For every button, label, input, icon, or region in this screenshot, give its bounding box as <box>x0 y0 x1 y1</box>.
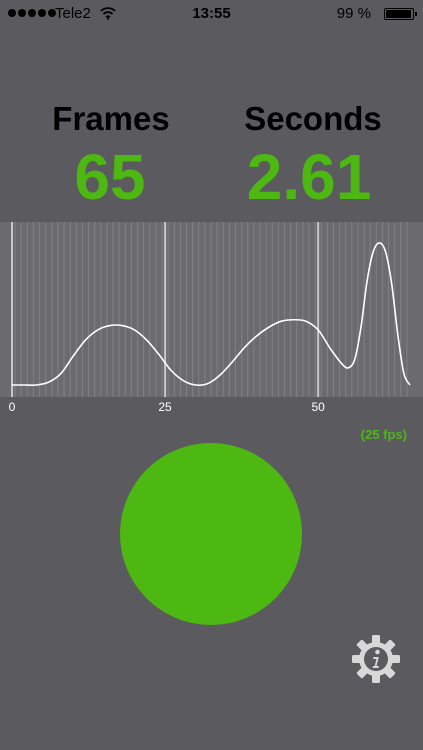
tap-circle[interactable] <box>120 443 302 625</box>
x-tick-label: 0 <box>8 400 16 414</box>
fps-label: (25 fps) <box>360 427 407 442</box>
gear-info-icon[interactable] <box>351 634 401 684</box>
seconds-label: Seconds <box>244 100 382 137</box>
frame-timing-graph <box>0 222 423 397</box>
frames-label: Frames <box>52 100 170 137</box>
x-tick-label: 25 <box>158 400 172 414</box>
seconds-value: 2.61 <box>246 141 372 213</box>
battery-fill <box>386 10 411 18</box>
status-bar: Tele2 13:55 99 % <box>0 0 423 28</box>
frames-value: 65 <box>74 141 146 213</box>
battery-icon <box>384 8 417 20</box>
battery-percent: 99 % <box>336 5 371 22</box>
x-tick-label: 50 <box>311 400 325 414</box>
